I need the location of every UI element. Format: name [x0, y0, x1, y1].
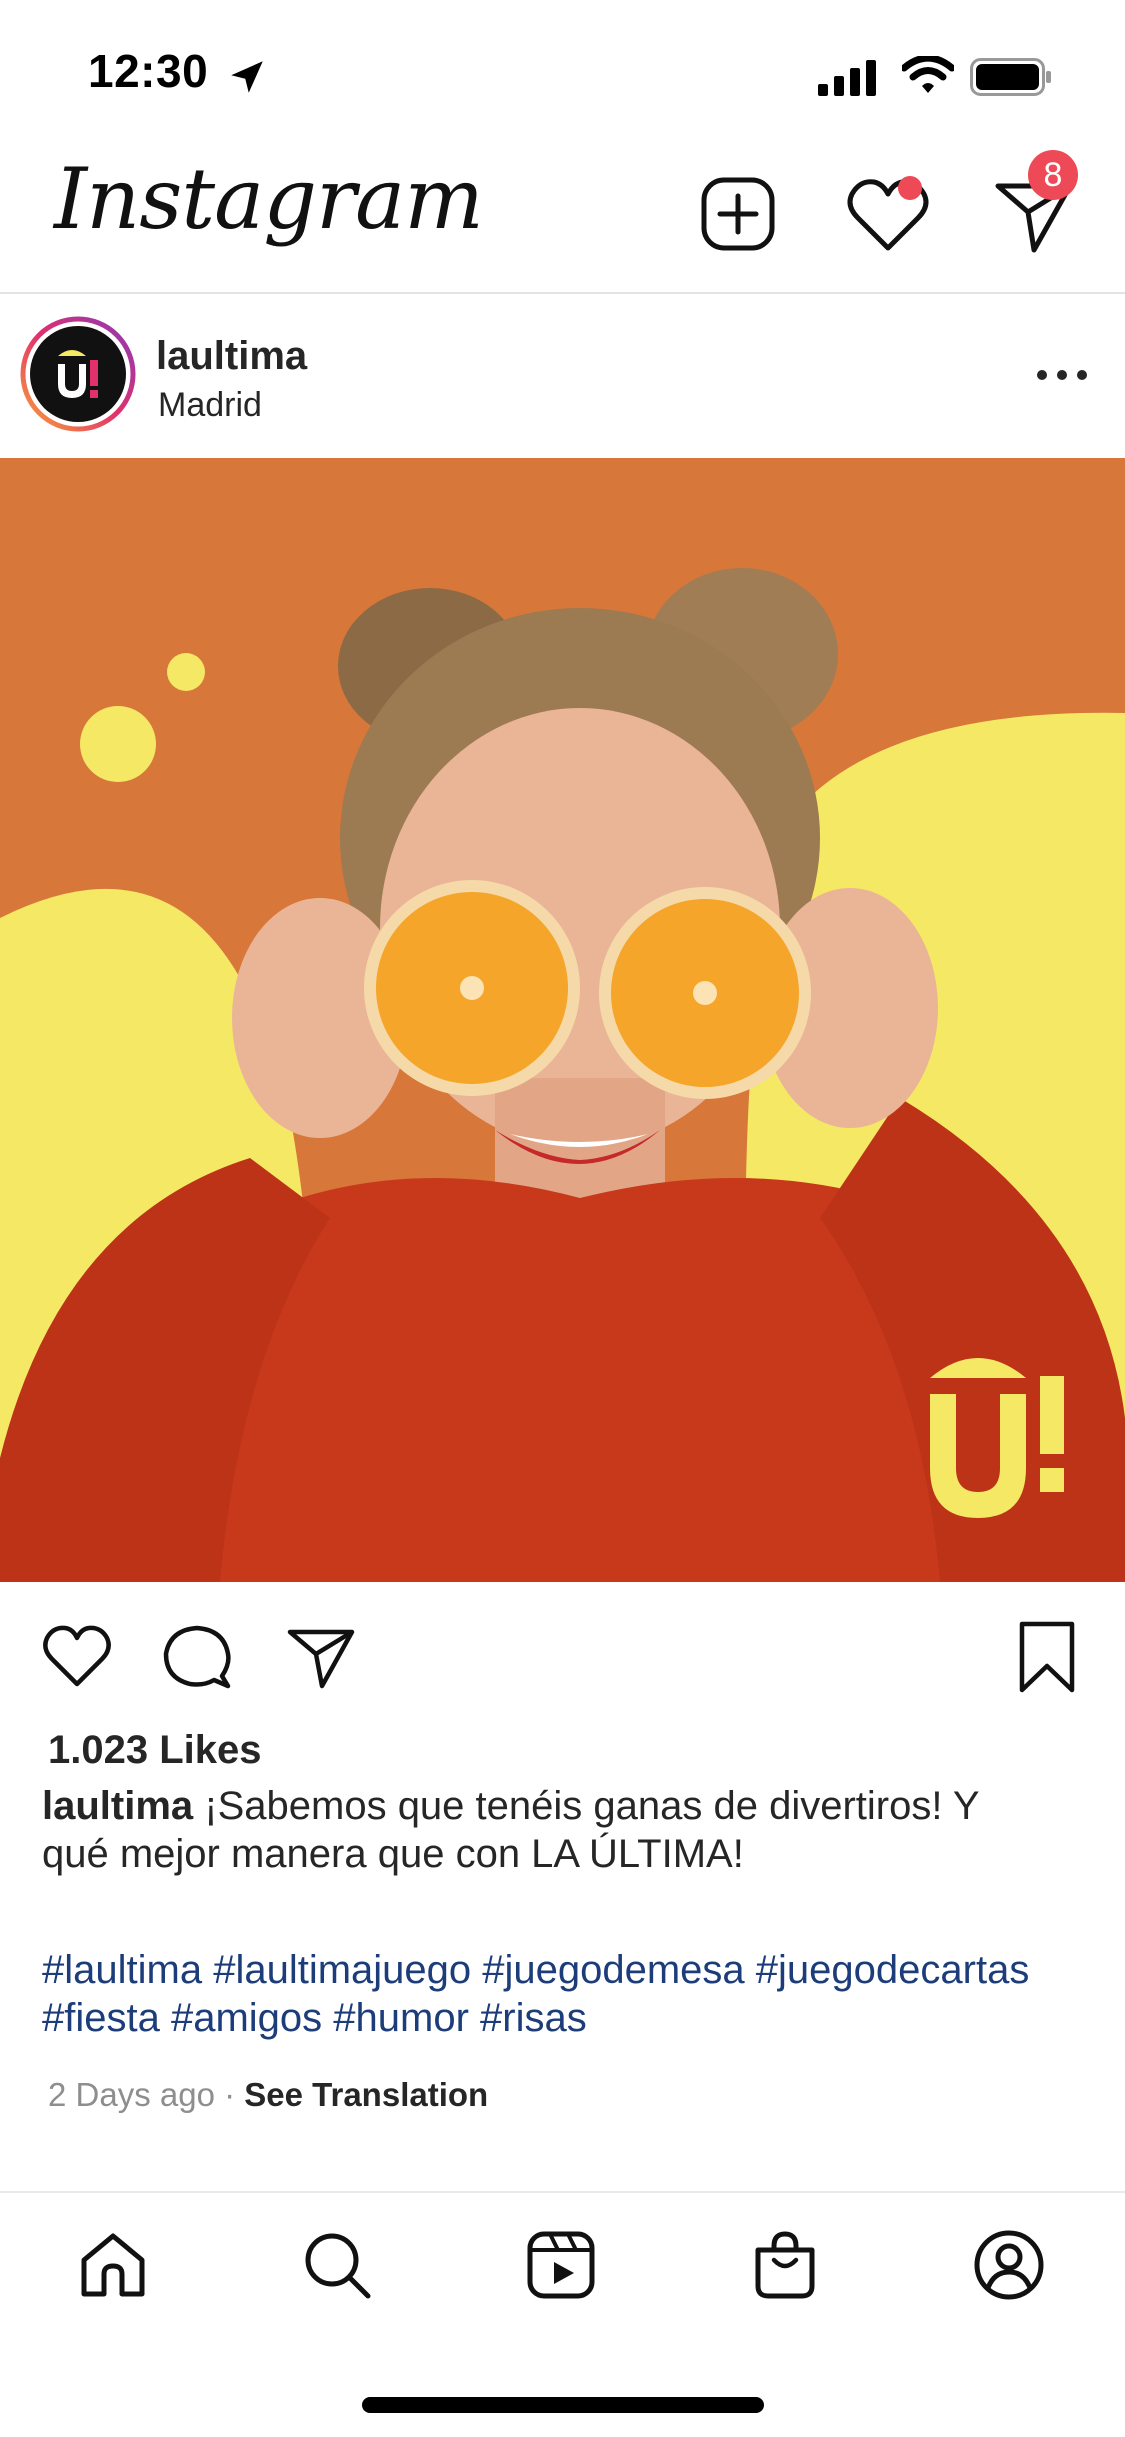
activity-notification-dot: [898, 176, 922, 200]
like-icon[interactable]: [40, 1620, 114, 1694]
location-arrow-icon: [231, 61, 263, 93]
profile-icon[interactable]: [972, 2228, 1046, 2302]
likes-count[interactable]: 1.023 Likes: [48, 1728, 262, 1773]
post-meta: 2 Days ago · See Translation: [48, 2076, 488, 2114]
direct-unread-badge: 8: [1028, 150, 1078, 200]
post-username[interactable]: laultima: [156, 334, 307, 379]
new-post-icon[interactable]: [700, 176, 776, 252]
caption-username[interactable]: laultima: [42, 1784, 193, 1828]
wifi-icon: [902, 56, 954, 93]
meta-separator: ·: [214, 2076, 245, 2113]
post-image[interactable]: [0, 458, 1125, 1582]
more-options-icon[interactable]: [1032, 360, 1092, 390]
instagram-logo: Instagram: [54, 150, 484, 248]
tab-bar-divider: [0, 2191, 1125, 2193]
reels-icon[interactable]: [524, 2228, 598, 2302]
shop-icon[interactable]: [748, 2228, 822, 2302]
post-caption: laultima ¡Sabemos que tenéis ganas de di…: [42, 1782, 1042, 1878]
search-icon[interactable]: [300, 2228, 374, 2302]
share-icon[interactable]: [284, 1620, 358, 1694]
post-hashtags[interactable]: #laultima #laultimajuego #juegodemesa #j…: [42, 1946, 1102, 2042]
post-location[interactable]: Madrid: [158, 386, 262, 425]
header-divider: [0, 292, 1125, 294]
post-time-ago: 2 Days ago: [48, 2076, 215, 2113]
home-indicator[interactable]: [362, 2397, 764, 2413]
comment-icon[interactable]: [160, 1620, 234, 1694]
home-icon[interactable]: [76, 2228, 150, 2302]
bookmark-icon[interactable]: [1010, 1618, 1084, 1696]
battery-icon: [970, 58, 1051, 96]
status-time: 12:30: [88, 45, 209, 97]
see-translation-link[interactable]: See Translation: [244, 2076, 488, 2113]
avatar[interactable]: [20, 316, 136, 432]
cellular-signal-icon: [818, 60, 876, 96]
